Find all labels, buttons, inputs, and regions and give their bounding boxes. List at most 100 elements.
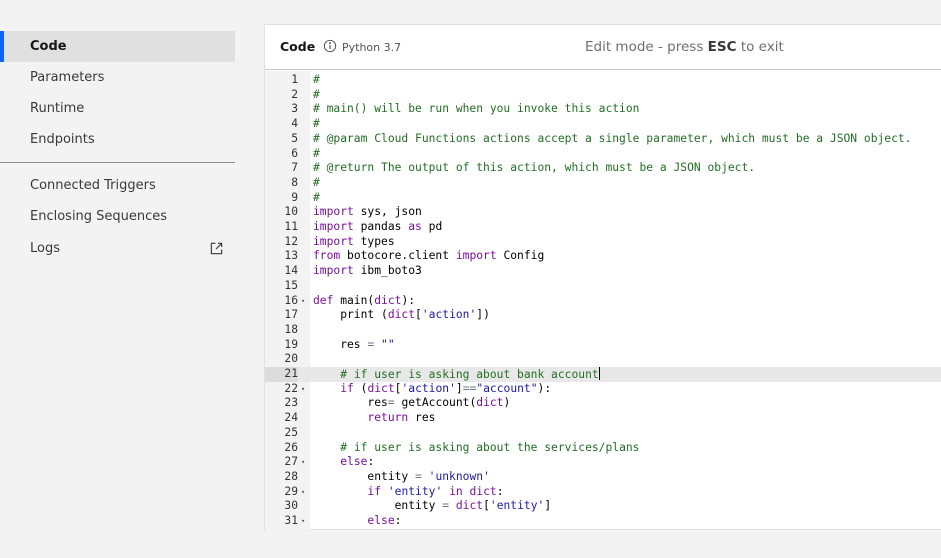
line-number: 21 xyxy=(265,367,298,382)
code-text: print (dict['action']) xyxy=(313,308,490,322)
code-line[interactable]: 25 xyxy=(265,426,941,441)
line-number: 17 xyxy=(284,308,298,322)
fold-toggle-icon[interactable]: ▾ xyxy=(301,294,305,309)
editor-title: Code xyxy=(280,39,316,54)
code-text: else: xyxy=(340,455,375,469)
code-line[interactable]: 22 ▾ if (dict['action']=="account"): xyxy=(265,382,941,397)
line-number: 3 xyxy=(291,102,298,116)
code-text: # xyxy=(313,146,320,160)
text-cursor xyxy=(598,367,600,380)
side-navigation: Code Parameters Runtime Endpoints Connec… xyxy=(0,0,236,558)
code-editor-panel: Code Python 3.7 Edit mode - press ESC to… xyxy=(264,24,941,530)
code-text: entity = dict['entity'] xyxy=(313,499,552,513)
launch-icon xyxy=(210,242,223,255)
code-text: # xyxy=(313,190,320,204)
nav-item-parameters[interactable]: Parameters xyxy=(0,62,235,93)
code-line[interactable]: 14 import ibm_boto3 xyxy=(265,264,941,279)
line-number: 26 xyxy=(284,440,298,454)
code-line[interactable]: 2 # xyxy=(265,88,941,103)
code-line[interactable]: 5 # @param Cloud Functions actions accept… xyxy=(265,132,941,147)
code-line[interactable]: 9 # xyxy=(265,191,941,206)
code-line[interactable]: 4 # xyxy=(265,117,941,132)
line-number: 12 xyxy=(284,234,298,248)
code-line[interactable]: 6 # xyxy=(265,147,941,162)
code-line[interactable]: 19 res = "" xyxy=(265,338,941,353)
line-number: 19 xyxy=(284,337,298,351)
code-line[interactable]: 24 return res xyxy=(265,411,941,426)
code-line[interactable]: 23 res= getAccount(dict) xyxy=(265,396,941,411)
code-text: else: xyxy=(367,514,402,527)
code-line[interactable]: 21 # if user is asking about bank accoun… xyxy=(265,367,941,382)
code-line[interactable]: 15 xyxy=(265,279,941,294)
nav-item-runtime[interactable]: Runtime xyxy=(0,93,235,124)
code-text: # xyxy=(313,117,320,131)
line-number: 16 xyxy=(284,293,298,307)
code-line[interactable]: 3 # main() will be run when you invoke th… xyxy=(265,102,941,117)
fold-toggle-icon[interactable]: ▾ xyxy=(301,485,305,500)
fold-toggle-icon[interactable]: ▾ xyxy=(301,514,305,529)
code-text: import ibm_boto3 xyxy=(313,264,422,278)
edit-mode-prefix: Edit mode - press xyxy=(585,39,708,55)
code-line[interactable]: 31 ▾ else: xyxy=(265,514,941,529)
code-line[interactable]: 28 entity = 'unknown' xyxy=(265,470,941,485)
code-line[interactable]: 30 entity = dict['entity'] xyxy=(265,499,941,514)
line-number: 10 xyxy=(284,205,298,219)
code-line[interactable]: 11 import pandas as pd xyxy=(265,220,941,235)
info-icon[interactable] xyxy=(323,39,337,53)
code-line[interactable]: 20 xyxy=(265,352,941,367)
line-number: 27 xyxy=(284,455,298,469)
line-number: 2 xyxy=(291,87,298,101)
code-text: if (dict['action']=="account"): xyxy=(340,381,552,395)
nav-item-enclosing-sequences[interactable]: Enclosing Sequences xyxy=(0,201,235,232)
code-line[interactable]: 13 from botocore.client import Config xyxy=(265,249,941,264)
line-number: 7 xyxy=(291,161,298,175)
nav-item-endpoints[interactable]: Endpoints xyxy=(0,124,235,155)
code-line[interactable]: 7 # @return The output of this action, wh… xyxy=(265,161,941,176)
line-number: 8 xyxy=(291,175,298,189)
fold-toggle-icon[interactable]: ▾ xyxy=(301,455,305,470)
code-line[interactable]: 16 ▾ def main(dict): xyxy=(265,294,941,309)
code-text: import pandas as pd xyxy=(313,220,443,233)
line-number: 13 xyxy=(284,249,298,263)
nav-item-logs[interactable]: Logs xyxy=(0,233,235,264)
nav-item-code[interactable]: Code xyxy=(0,31,235,62)
edit-mode-suffix: to exit xyxy=(736,39,784,55)
code-text: entity = 'unknown' xyxy=(313,469,490,483)
code-text: res = "" xyxy=(313,337,395,351)
code-text: # xyxy=(313,87,320,101)
edit-mode-hint: Edit mode - press ESC to exit xyxy=(585,39,784,55)
code-line[interactable]: 12 import types xyxy=(265,235,941,250)
code-text: # if user is asking about bank account xyxy=(340,367,600,381)
code-line[interactable]: 17 print (dict['action']) xyxy=(265,308,941,323)
code-text: import types xyxy=(313,234,395,248)
line-number: 23 xyxy=(284,396,298,410)
code-line[interactable]: 18 xyxy=(265,323,941,338)
code-text: # xyxy=(313,73,320,86)
code-text: import sys, json xyxy=(313,205,422,219)
line-number: 14 xyxy=(284,264,298,278)
line-number: 6 xyxy=(291,146,298,160)
runtime-label: Python 3.7 xyxy=(342,41,402,54)
code-line[interactable]: 1 # xyxy=(265,73,941,88)
line-number: 24 xyxy=(284,411,298,425)
code-text: res= getAccount(dict) xyxy=(313,396,511,410)
code-text: # @param Cloud Functions actions accept … xyxy=(313,131,912,145)
nav-item-connected-triggers[interactable]: Connected Triggers xyxy=(0,170,235,201)
code-line[interactable]: 29 ▾ if 'entity' in dict: xyxy=(265,485,941,500)
editor-header: Code Python 3.7 Edit mode - press ESC to… xyxy=(265,25,941,70)
code-line[interactable]: 27 ▾ else: xyxy=(265,455,941,470)
code-line[interactable]: 8 # xyxy=(265,176,941,191)
nav-item-logs-label: Logs xyxy=(30,241,60,256)
code-text: return res xyxy=(367,411,436,425)
fold-toggle-icon[interactable]: ▾ xyxy=(301,382,305,397)
code-text: from botocore.client import Config xyxy=(313,249,545,263)
code-editor[interactable]: 1 #2 #3 # main() will be run when you invok… xyxy=(265,71,941,530)
line-number: 22 xyxy=(284,381,298,395)
code-line[interactable]: 10 import sys, json xyxy=(265,205,941,220)
code-text: # if user is asking about the services/p… xyxy=(340,440,640,454)
code-line[interactable]: 26 # if user is asking about the service… xyxy=(265,441,941,456)
code-text: # xyxy=(313,175,320,189)
line-number: 18 xyxy=(284,322,298,336)
code-text: # main() will be run when you invoke thi… xyxy=(313,102,640,116)
line-number: 25 xyxy=(284,425,298,439)
